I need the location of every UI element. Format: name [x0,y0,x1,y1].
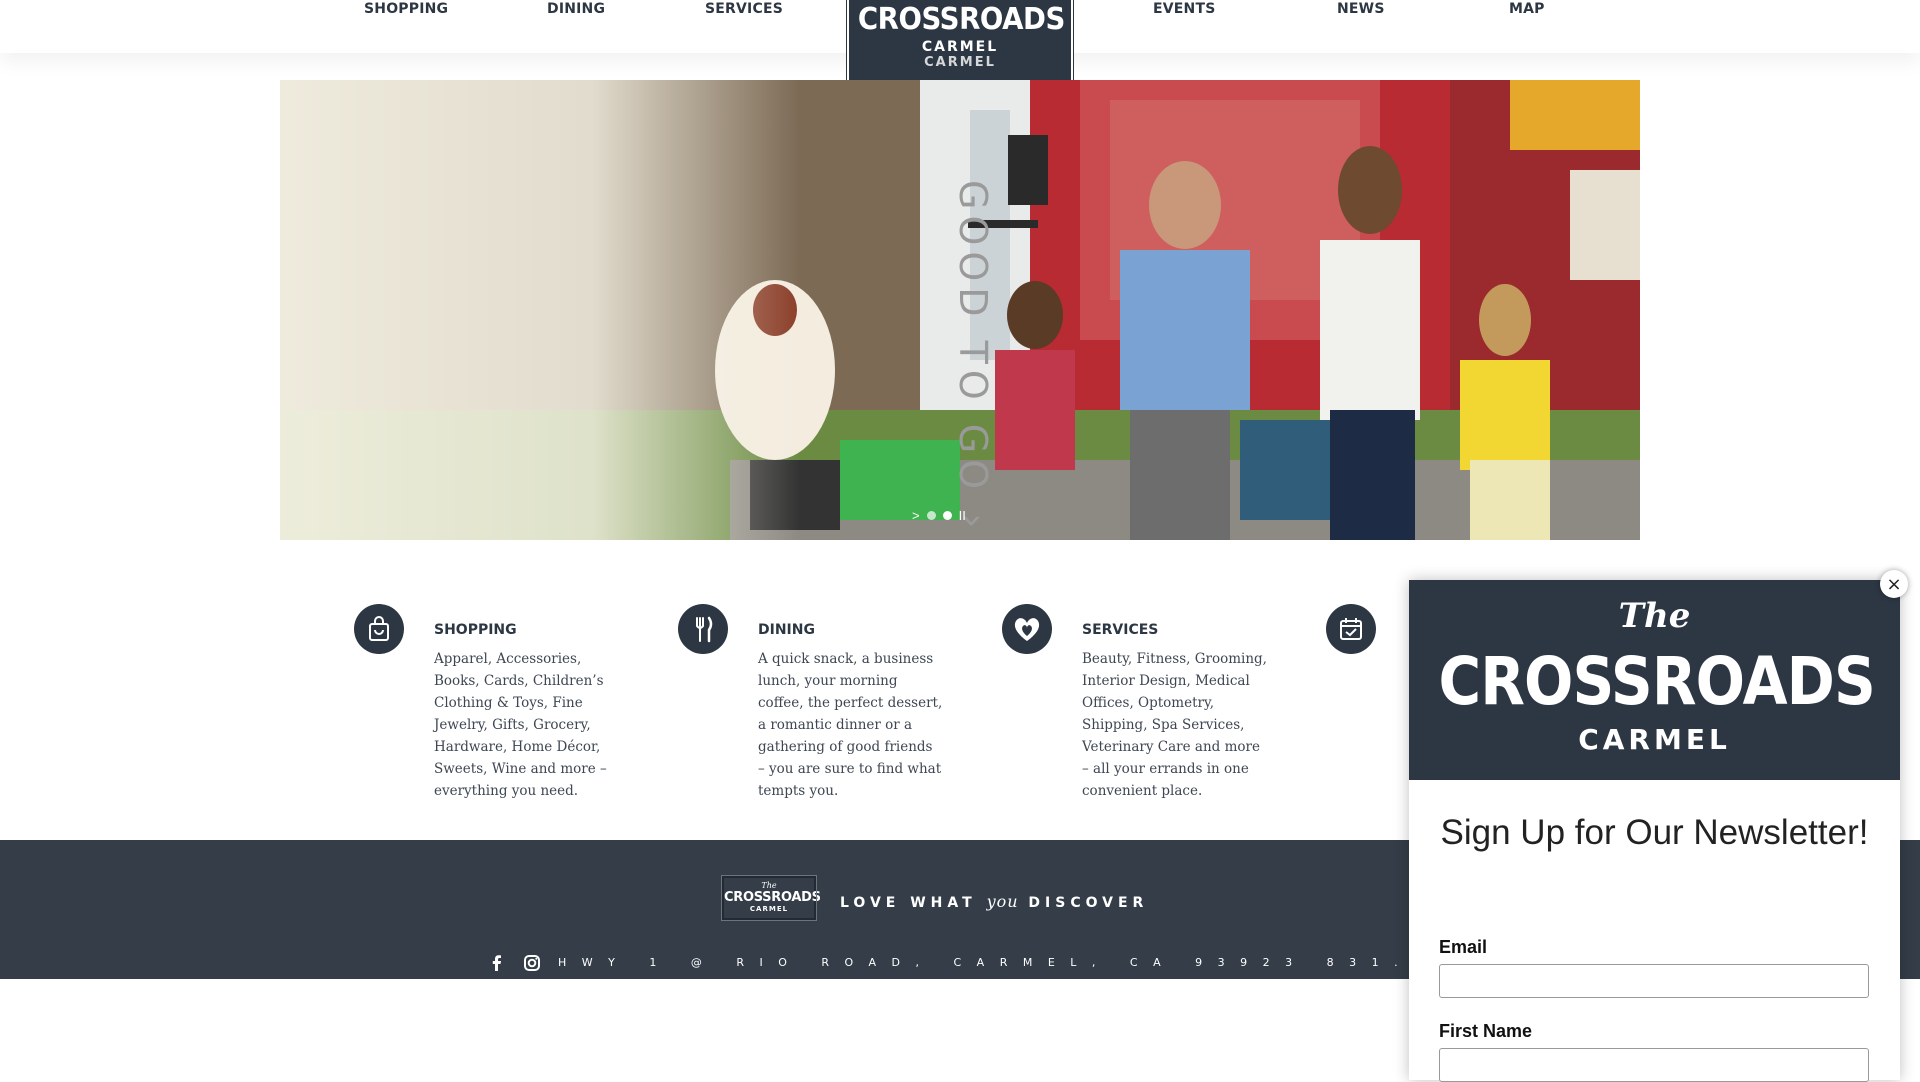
category-services-description: Beauty, Fitness, Grooming, Interior Desi… [1082,651,1267,799]
footer-logo-sub: CARMEL [749,905,789,913]
heart-hands-icon-graphic [1014,618,1040,641]
popup-title: Sign Up for Our Newsletter! [1440,813,1869,852]
hero-good-to-go-text: GOOD TO GO › [951,180,995,535]
nav-shopping[interactable]: SHOPPING [364,0,448,18]
popup-close-button[interactable]: × [1880,570,1908,598]
nav-map[interactable]: MAP [1509,0,1545,18]
popup-logo-the: The [1618,596,1691,636]
category-dining-description: A quick snack, a business lunch, your mo… [758,651,943,799]
site-logo[interactable]: CROSSROADS CARMEL CARMEL [846,0,1074,91]
nav-dining[interactable]: DINING [547,0,605,18]
email-field[interactable] [1439,964,1869,998]
first-name-label: First Name [1439,1021,1533,1041]
category-shopping-description: Apparel, Accessories, Books, Cards, Chil… [434,651,607,799]
category-shopping-title[interactable]: SHOPPING [434,622,517,638]
slider-dot-2[interactable] [942,510,952,520]
footer-tagline: LOVE WHAT you DISCOVER [840,892,1148,911]
instagram-icon[interactable] [522,953,542,973]
instagram-icon-graphic [524,955,540,971]
footer-logo-main: CROSSROADS [724,890,821,905]
fork-knife-icon-graphic [696,616,713,643]
logo-shadow-text: CARMEL [924,55,996,70]
hero-overlay [280,80,800,540]
first-name-field[interactable] [1439,1048,1869,1082]
logo-title: CROSSROADS [857,2,1065,37]
category-services-title[interactable]: SERVICES [1082,622,1158,638]
slider-dot-1[interactable] [926,510,936,520]
email-label: Email [1439,937,1488,957]
popup-logo-sub: CARMEL [1578,723,1731,756]
facebook-icon[interactable] [487,953,507,973]
popup-logo-header: The CROSSROADS CARMEL [1409,580,1900,780]
facebook-icon-graphic [492,955,501,971]
calendar-check-icon[interactable] [1326,604,1376,654]
tagline-before: LOVE WHAT [840,895,977,911]
logo-subtitle: CARMEL [921,39,999,55]
hero-slider: GOOD TO GO › [280,80,1640,540]
tagline-italic: you [986,892,1019,911]
newsletter-popup: The CROSSROADS CARMEL Sign Up for Our Ne… [1409,580,1900,1082]
nav-news[interactable]: NEWS [1337,0,1385,18]
category-dining-title[interactable]: DINING [758,622,815,638]
popup-logo-main: CROSSROADS [1438,643,1875,720]
shopping-bag-icon-graphic [369,616,389,641]
slider-next-button[interactable]: > [912,509,920,522]
footer-logo[interactable]: The CROSSROADS CARMEL [721,875,821,921]
nav-events[interactable]: EVENTS [1153,0,1216,18]
nav-services[interactable]: SERVICES [705,0,783,18]
top-navigation: SHOPPING DINING SERVICES EVENTS NEWS MAP… [0,0,1920,91]
slider-pause-button[interactable]: II [959,509,966,522]
heart-hands-icon[interactable] [1002,604,1052,654]
slider-controls: > II [912,506,966,524]
shopping-bag-icon[interactable] [354,604,404,654]
tagline-after: DISCOVER [1028,895,1149,911]
fork-knife-icon[interactable] [678,604,728,654]
calendar-check-icon-graphic [1340,618,1362,640]
